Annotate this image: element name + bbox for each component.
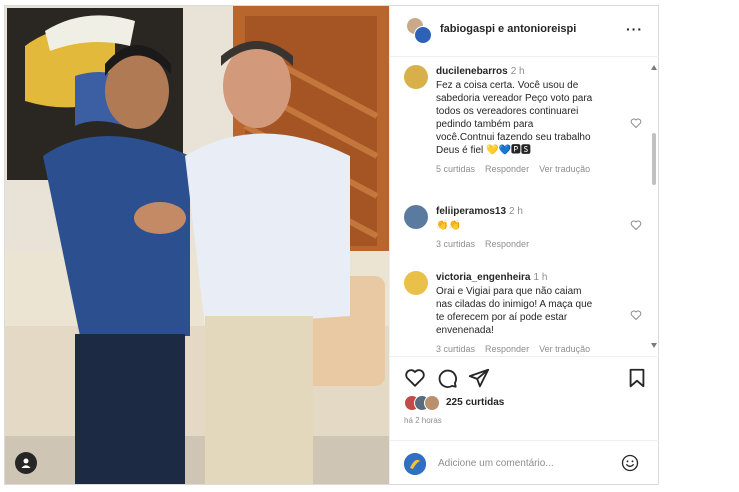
comment-meta: 3 curtidas Responder Ver tradução [436, 343, 616, 355]
comment-time: 1 h [533, 272, 548, 283]
comment-likes[interactable]: 5 curtidas [436, 164, 475, 174]
comment-text: Orai e Vigiai para que não caiam nas cil… [436, 286, 593, 336]
avatar[interactable] [414, 26, 432, 44]
post-timestamp[interactable]: há 2 horas [404, 416, 442, 425]
comment-time: 2 h [509, 206, 523, 217]
comment-username[interactable]: ducilenebarros [436, 66, 508, 77]
comment-icon[interactable] [436, 367, 458, 389]
translate-button[interactable]: Ver tradução [539, 344, 590, 354]
more-horizontal-icon[interactable]: ··· [626, 22, 643, 36]
likes-summary[interactable]: 225 curtidas [404, 395, 644, 411]
reply-button[interactable]: Responder [485, 164, 529, 174]
comment-likes[interactable]: 3 curtidas [436, 239, 475, 249]
emoji-icon[interactable] [620, 453, 640, 473]
heart-icon[interactable] [630, 117, 642, 129]
comment-likes[interactable]: 3 curtidas [436, 344, 475, 354]
comment-meta: 3 curtidas Responder [436, 238, 616, 251]
comment-meta: 5 curtidas Responder Ver tradução [436, 163, 616, 176]
comment-input[interactable] [438, 455, 608, 471]
post-sidebar: fabiogaspi e antonioreispi ··· ducileneb… [389, 6, 659, 484]
reply-button[interactable]: Responder [485, 344, 529, 354]
avatar [404, 453, 426, 475]
avatar [424, 395, 440, 411]
comment-username[interactable]: victoria_engenheira [436, 272, 530, 283]
post-actions: 225 curtidas há 2 horas [390, 356, 659, 485]
avatar[interactable] [404, 271, 428, 295]
reply-button[interactable]: Responder [485, 239, 529, 249]
heart-icon[interactable] [404, 367, 426, 389]
comment-username[interactable]: feliiperamos13 [436, 206, 506, 217]
author-avatars[interactable] [406, 17, 432, 44]
heart-icon[interactable] [630, 309, 642, 321]
comments-list[interactable]: ducilenebarros 2 h Fez a coisa certa. Voc… [390, 57, 659, 355]
post-authors[interactable]: fabiogaspi e antonioreispi [440, 23, 576, 35]
avatar[interactable] [404, 205, 428, 229]
instagram-post: fabiogaspi e antonioreispi ··· ducileneb… [4, 5, 659, 485]
avatar[interactable] [404, 65, 428, 89]
scroll-down-arrow-icon[interactable] [651, 343, 657, 348]
comment-time: 2 h [510, 66, 525, 77]
add-comment-bar [390, 440, 659, 485]
translate-button[interactable]: Ver tradução [539, 164, 590, 174]
comment-text: Fez a coisa certa. Você usou de sabedori… [436, 80, 593, 156]
likes-count[interactable]: 225 curtidas [446, 397, 504, 408]
scrollbar-thumb[interactable] [652, 133, 656, 185]
post-header: fabiogaspi e antonioreispi ··· [390, 6, 659, 57]
scroll-up-arrow-icon[interactable] [651, 65, 657, 70]
post-photo[interactable] [5, 6, 389, 484]
bookmark-icon[interactable] [626, 367, 648, 389]
post-photo-illustration [5, 6, 389, 484]
send-icon[interactable] [468, 367, 490, 389]
comment-text: 👏👏 [436, 220, 461, 231]
user-tag-icon[interactable] [15, 452, 37, 474]
heart-icon[interactable] [630, 219, 642, 231]
